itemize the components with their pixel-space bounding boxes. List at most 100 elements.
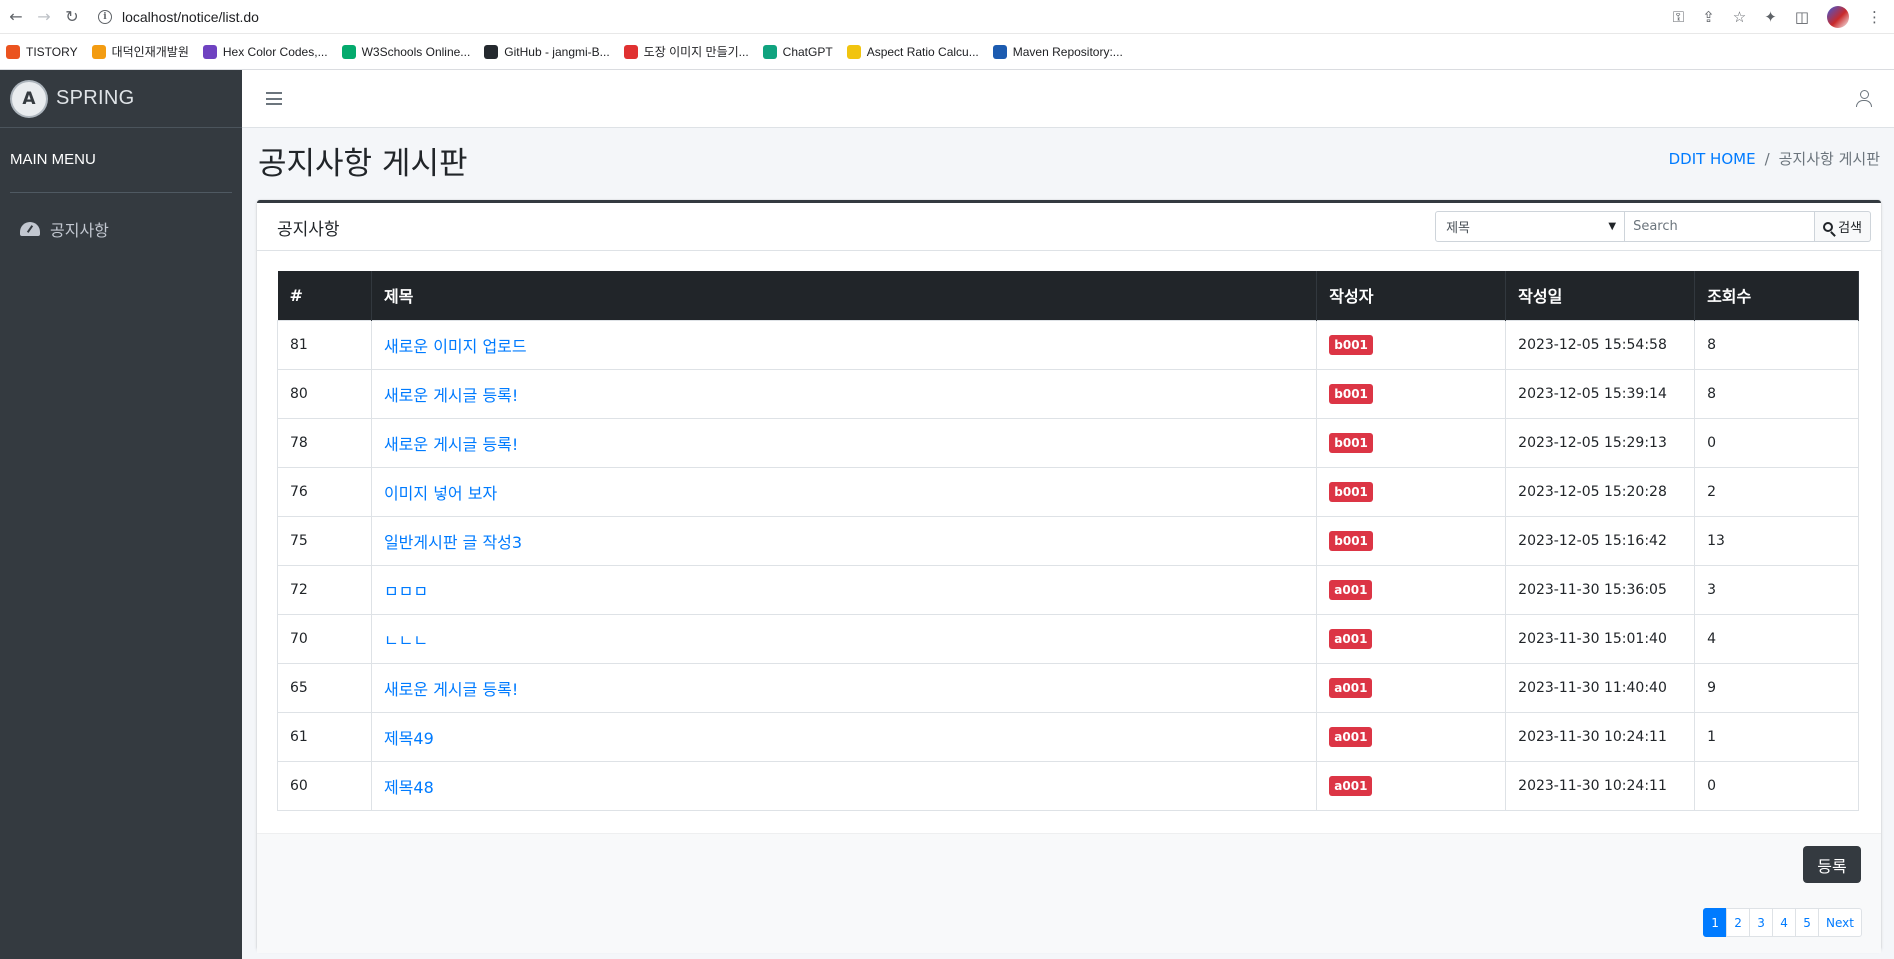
cell-no: 78 [277, 417, 372, 468]
cell-views: 8 [1694, 368, 1859, 419]
user-icon[interactable] [1856, 90, 1872, 108]
cell-title: 제목49 [370, 711, 1318, 762]
url-text[interactable]: localhost/notice/list.do [122, 9, 259, 25]
cell-title: 제목48 [370, 760, 1318, 811]
writer-badge: a001 [1329, 775, 1373, 796]
cell-date: 2023-12-05 15:16:42 [1505, 515, 1696, 566]
bookmark-item[interactable]: 도장 이미지 만들기... [623, 43, 749, 60]
sidepanel-icon[interactable]: ◫ [1795, 8, 1809, 26]
cell-writer: b001 [1316, 368, 1507, 419]
cell-no: 61 [277, 711, 372, 762]
cell-date: 2023-12-05 15:39:14 [1505, 368, 1696, 419]
menu-header: MAIN MENU [10, 151, 96, 168]
cell-date: 2023-12-05 15:54:58 [1505, 319, 1696, 370]
page-link-5[interactable]: 5 [1795, 908, 1820, 937]
column-header-writer: 작성자 [1316, 271, 1507, 320]
bookmark-label: TISTORY [26, 44, 78, 59]
forward-arrow-icon[interactable]: → [32, 5, 56, 29]
bookmark-favicon-icon [6, 44, 20, 59]
sidebar-item-label: 공지사항 [50, 221, 109, 240]
notice-title-link[interactable]: 이미지 넣어 보자 [384, 484, 497, 503]
bookmark-item[interactable]: Aspect Ratio Calcu... [846, 44, 979, 59]
sidebar-item-notice[interactable]: 공지사항 [0, 217, 242, 241]
notice-title-link[interactable]: ㅁㅁㅁ [384, 582, 428, 601]
cell-no: 60 [277, 760, 372, 811]
page-link-4[interactable]: 4 [1772, 908, 1797, 937]
notice-title-link[interactable]: ㄴㄴㄴ [384, 631, 428, 650]
page-link-1[interactable]: 1 [1703, 908, 1728, 937]
cell-views: 1 [1694, 711, 1859, 762]
cell-date: 2023-11-30 15:36:05 [1505, 564, 1696, 615]
writer-badge: a001 [1329, 628, 1373, 649]
notice-title-link[interactable]: 제목48 [384, 778, 434, 797]
page-next-link[interactable]: Next [1818, 908, 1862, 937]
table-row: 75 일반게시판 글 작성3 b001 2023-12-05 15:16:42 13 [277, 515, 1859, 566]
column-header-no: # [277, 271, 372, 320]
extensions-icon[interactable]: ✦ [1764, 8, 1777, 26]
writer-badge: b001 [1329, 432, 1373, 453]
notice-table: # 제목 작성자 작성일 조회수 81 새로운 이미지 업로드 b001 2023-1… [277, 271, 1859, 811]
star-icon[interactable]: ☆ [1733, 8, 1746, 26]
breadcrumb-separator: / [1764, 149, 1770, 168]
card-header: 공지사항 제목 ▼ Search 검색 [257, 203, 1881, 251]
cell-views: 13 [1694, 515, 1859, 566]
cell-writer: a001 [1316, 760, 1507, 811]
page-link-2[interactable]: 2 [1726, 908, 1751, 937]
cell-date: 2023-12-05 15:29:13 [1505, 417, 1696, 468]
back-arrow-icon[interactable]: ← [4, 5, 28, 29]
search-input[interactable]: Search [1625, 211, 1816, 242]
cell-writer: a001 [1316, 662, 1507, 713]
reload-icon[interactable]: ↻ [60, 5, 84, 29]
bookmark-favicon-icon [341, 44, 356, 59]
bookmark-item[interactable]: 대덕인재개발원 [91, 43, 189, 60]
search-type-select[interactable]: 제목 ▼ [1435, 211, 1626, 242]
bookmark-favicon-icon [202, 44, 217, 59]
dashboard-icon [20, 222, 40, 236]
bookmark-item[interactable]: TISTORY [6, 44, 78, 59]
bookmarks-bar: TISTORY 대덕인재개발원 Hex Color Codes,... W3Schoo… [0, 34, 1894, 70]
bookmark-item[interactable]: Hex Color Codes,... [202, 44, 328, 59]
cell-no: 70 [277, 613, 372, 664]
bookmark-item[interactable]: GitHub - jangmi-B... [484, 44, 610, 59]
info-icon[interactable]: i [98, 9, 112, 24]
cell-no: 72 [277, 564, 372, 615]
cell-views: 0 [1694, 417, 1859, 468]
menu-divider [10, 192, 232, 193]
cell-no: 75 [277, 515, 372, 566]
notice-title-link[interactable]: 새로운 게시글 등록! [384, 435, 518, 454]
card-footer: 등록 1 2 3 4 5 Next [257, 833, 1881, 953]
kebab-menu-icon[interactable]: ⋮ [1867, 8, 1882, 26]
share-icon[interactable]: ⇪ [1702, 8, 1715, 26]
address-bar[interactable]: i localhost/notice/list.do [98, 3, 1673, 31]
bookmark-item[interactable]: ChatGPT [762, 44, 833, 59]
cell-writer: a001 [1316, 711, 1507, 762]
brand-link[interactable]: A SPRING [0, 70, 242, 128]
notice-title-link[interactable]: 새로운 게시글 등록! [384, 386, 518, 405]
cell-date: 2023-11-30 15:01:40 [1505, 613, 1696, 664]
search-form: 제목 ▼ Search 검색 [1435, 211, 1871, 242]
breadcrumb-home-link[interactable]: DDIT HOME [1669, 150, 1756, 168]
pagination: 1 2 3 4 5 Next [1703, 908, 1862, 937]
card-title: 공지사항 [277, 220, 340, 240]
page-link-3[interactable]: 3 [1749, 908, 1774, 937]
cell-title: 새로운 게시글 등록! [370, 368, 1318, 419]
bookmark-label: 대덕인재개발원 [111, 45, 189, 59]
search-button[interactable]: 검색 [1815, 211, 1871, 242]
writer-badge: a001 [1329, 579, 1373, 600]
cell-title: 새로운 이미지 업로드 [370, 319, 1318, 370]
key-icon[interactable]: ⚿ [1673, 8, 1684, 26]
bookmark-favicon-icon [762, 44, 777, 59]
bookmark-item[interactable]: W3Schools Online... [341, 44, 470, 59]
profile-avatar[interactable] [1827, 5, 1849, 28]
bookmark-item[interactable]: Maven Repository:... [992, 44, 1123, 59]
notice-title-link[interactable]: 제목49 [384, 729, 434, 748]
register-button[interactable]: 등록 [1803, 846, 1861, 883]
notice-title-link[interactable]: 새로운 게시글 등록! [384, 680, 518, 699]
cell-writer: b001 [1316, 466, 1507, 517]
notice-title-link[interactable]: 일반게시판 글 작성3 [384, 533, 522, 552]
breadcrumb: DDIT HOME / 공지사항 게시판 [1669, 148, 1880, 169]
notice-title-link[interactable]: 새로운 이미지 업로드 [384, 337, 527, 356]
writer-badge: b001 [1329, 481, 1373, 502]
writer-badge: b001 [1329, 530, 1373, 551]
hamburger-menu-icon[interactable] [266, 92, 282, 105]
